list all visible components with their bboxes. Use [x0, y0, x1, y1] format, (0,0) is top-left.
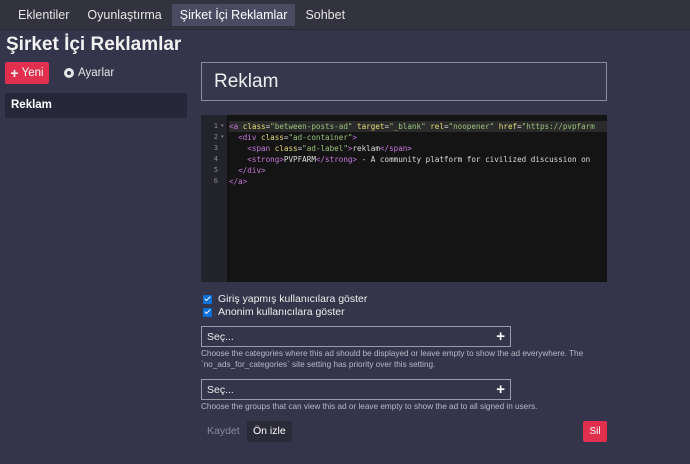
group-select[interactable]: Seç... + — [201, 379, 511, 400]
fold-arrow-icon[interactable]: ▾ — [221, 134, 224, 140]
line-number: 6 — [213, 177, 218, 185]
html-code-editor[interactable]: 1 2 3 4 5 6 ▾ ▾ <a class="between-posts-… — [201, 115, 607, 282]
code-line: </a> — [229, 177, 248, 186]
ad-name-input[interactable]: Reklam — [201, 62, 607, 101]
show-to-logged-in-label: Giriş yapmış kullanıcılara göster — [218, 293, 368, 305]
code-line: <span class="ad-label">reklam</span> — [247, 144, 412, 153]
tab-plugins[interactable]: Eklentiler — [10, 4, 77, 26]
code-line: <strong>PVPFARM</strong> - A community p… — [247, 155, 591, 164]
preview-button[interactable]: Ön izle — [247, 421, 292, 442]
new-ad-label: Yeni — [21, 67, 44, 79]
settings-label: Ayarlar — [78, 67, 115, 79]
show-to-anonymous-label: Anonim kullanıcılara göster — [218, 306, 345, 318]
group-help-text: Choose the groups that can view this ad … — [201, 402, 538, 411]
code-line: </div> — [238, 166, 266, 175]
page-title: Şirket İçi Reklamlar — [6, 34, 182, 55]
save-button[interactable]: Kaydet — [201, 421, 246, 442]
editor-gutter: 1 2 3 4 5 6 — [201, 115, 227, 282]
sidebar-item-reklam[interactable]: Reklam — [5, 93, 187, 118]
group-select-value: Seç... — [207, 383, 234, 396]
code-line: <a class="between-posts-ad" target="_bla… — [229, 121, 607, 132]
show-to-logged-in-checkbox-row[interactable]: Giriş yapmış kullanıcılara göster — [203, 293, 367, 305]
code-line: <div class="ad-container"> — [238, 133, 358, 142]
new-ad-button[interactable]: + Yeni — [5, 62, 49, 84]
line-number: 5 — [213, 166, 218, 174]
line-number: 3 — [213, 144, 218, 152]
plus-icon[interactable]: + — [496, 329, 505, 344]
settings-button[interactable]: Ayarlar — [60, 62, 118, 84]
code-lines: <a class="between-posts-ad" target="_bla… — [229, 121, 607, 187]
plus-icon[interactable]: + — [496, 382, 505, 397]
delete-button[interactable]: Sil — [583, 421, 607, 442]
category-select[interactable]: Seç... + — [201, 326, 511, 347]
category-help-text: Choose the categories where this ad shou… — [201, 349, 584, 369]
gear-icon — [64, 68, 74, 78]
checkbox-checked[interactable] — [203, 307, 212, 317]
category-select-value: Seç... — [207, 330, 234, 343]
tab-gamification[interactable]: Oyunlaştırma — [79, 4, 169, 26]
checkbox-checked[interactable] — [203, 294, 212, 304]
tab-house-ads[interactable]: Şirket İçi Reklamlar — [171, 3, 296, 26]
plus-icon: + — [10, 65, 19, 81]
tab-chat[interactable]: Sohbet — [297, 4, 353, 26]
show-to-anonymous-checkbox-row[interactable]: Anonim kullanıcılara göster — [203, 306, 345, 318]
top-tabs: Eklentiler Oyunlaştırma Şirket İçi Rekla… — [0, 0, 690, 30]
line-number: 4 — [213, 155, 218, 163]
fold-arrow-icon[interactable]: ▾ — [221, 123, 224, 129]
